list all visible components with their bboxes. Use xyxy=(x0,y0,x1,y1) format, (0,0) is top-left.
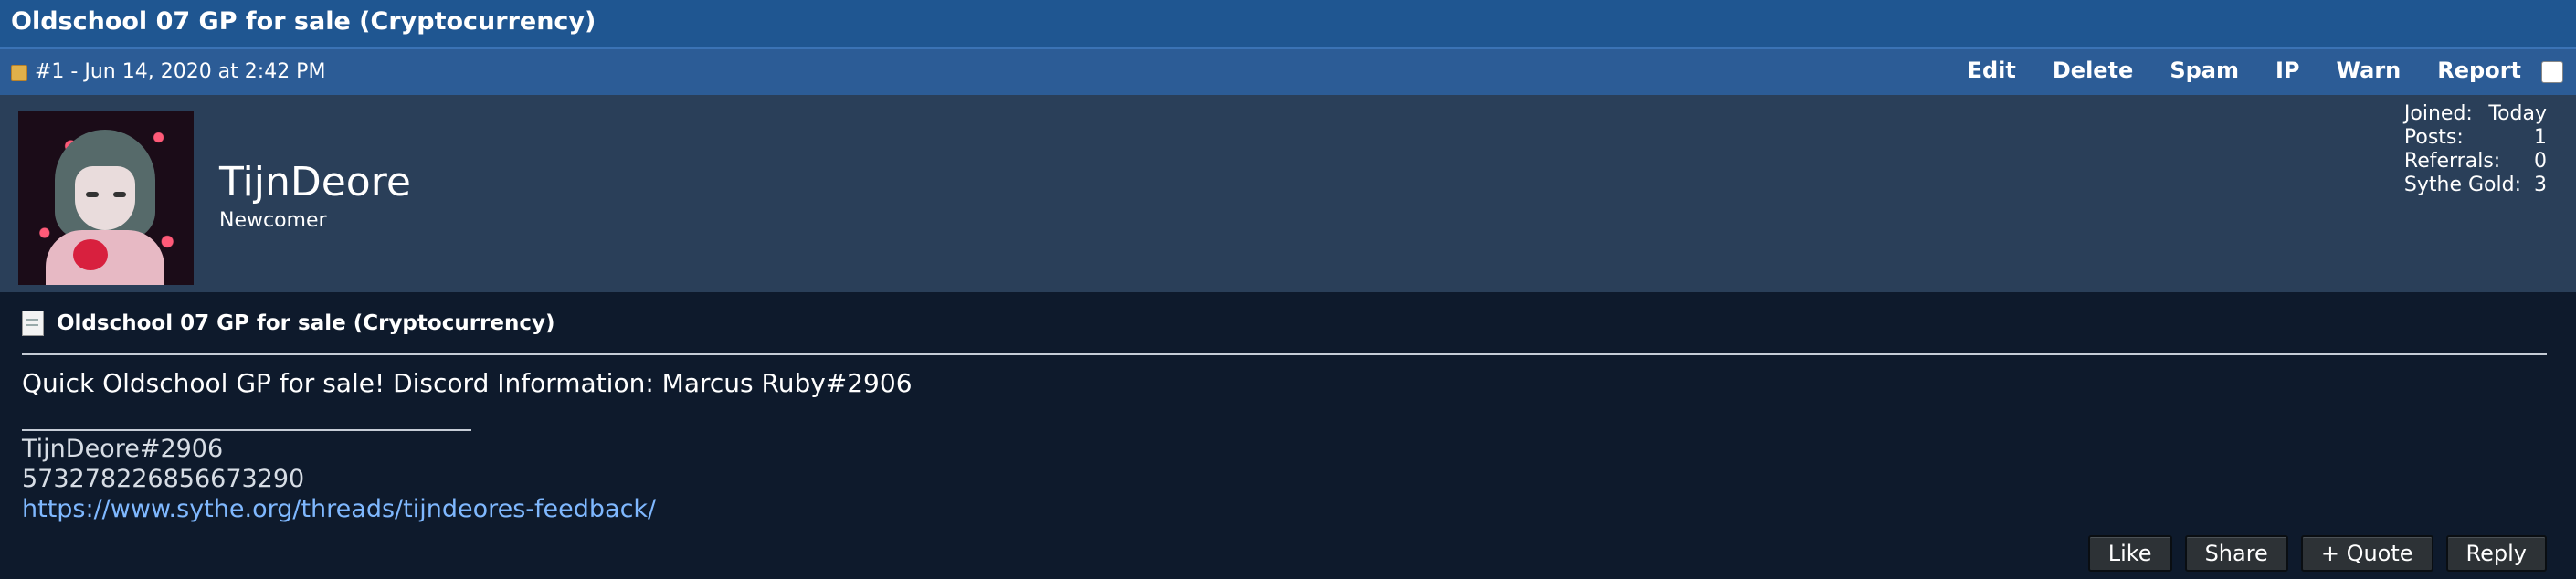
signature-divider xyxy=(22,429,471,431)
thread-title-bar: Oldschool 07 GP for sale (Cryptocurrency… xyxy=(0,0,2576,49)
warn-link[interactable]: Warn xyxy=(2337,58,2402,83)
user-stats: Joined: Today Posts: 1 Referrals: 0 Syth… xyxy=(2404,102,2547,197)
stat-value: 3 xyxy=(2534,174,2547,196)
like-button[interactable]: Like xyxy=(2087,535,2172,572)
stat-sythe-gold: Sythe Gold: 3 xyxy=(2404,174,2547,197)
stat-joined: Joined: Today xyxy=(2404,102,2547,126)
stat-value: Today xyxy=(2488,102,2547,125)
reply-button[interactable]: Reply xyxy=(2445,535,2547,572)
stat-label: Posts: xyxy=(2403,126,2464,149)
stat-label: Joined: xyxy=(2403,102,2473,125)
avatar-eye-left xyxy=(86,192,99,197)
signature-line-2: 573278226856673290 xyxy=(22,465,305,493)
avatar-face xyxy=(75,166,135,230)
signature-feedback-link[interactable]: https://www.sythe.org/threads/tijndeores… xyxy=(22,495,656,523)
moderation-actions: Edit Delete Spam IP Warn Report xyxy=(1968,58,2521,83)
stat-label: Sythe Gold: xyxy=(2403,174,2521,196)
signature-line-1: TijnDeore#2906 xyxy=(22,435,224,463)
stat-label: Referrals: xyxy=(2403,150,2501,173)
avatar[interactable] xyxy=(18,111,194,285)
ip-link[interactable]: IP xyxy=(2275,58,2300,83)
post-body: Oldschool 07 GP for sale (Cryptocurrency… xyxy=(0,292,2576,579)
stat-value: 1 xyxy=(2534,126,2547,149)
user-title: Newcomer xyxy=(219,209,327,232)
post-permalink[interactable]: #1 - Jun 14, 2020 at 2:42 PM xyxy=(35,60,325,83)
share-button[interactable]: Share xyxy=(2184,535,2288,572)
avatar-heart xyxy=(73,239,108,270)
user-info-panel: TijnDeore Newcomer Joined: Today Posts: … xyxy=(0,95,2576,292)
username[interactable]: TijnDeore xyxy=(219,159,411,205)
post-meta-bar: #1 - Jun 14, 2020 at 2:42 PM Edit Delete… xyxy=(0,49,2576,95)
spam-link[interactable]: Spam xyxy=(2170,58,2239,83)
edit-link[interactable]: Edit xyxy=(1968,58,2016,83)
post-action-buttons: Like Share + Quote Reply xyxy=(2087,535,2547,572)
stat-posts: Posts: 1 xyxy=(2404,126,2547,150)
post-title: Oldschool 07 GP for sale (Cryptocurrency… xyxy=(57,311,555,335)
report-link[interactable]: Report xyxy=(2437,58,2521,83)
post-divider xyxy=(22,353,2547,355)
delete-link[interactable]: Delete xyxy=(2053,58,2133,83)
stat-referrals: Referrals: 0 xyxy=(2404,150,2547,174)
quote-button[interactable]: + Quote xyxy=(2300,535,2433,572)
post-status-icon xyxy=(11,65,27,81)
avatar-eye-right xyxy=(113,192,126,197)
document-icon xyxy=(22,311,44,336)
select-post-checkbox[interactable] xyxy=(2541,61,2563,83)
thread-title: Oldschool 07 GP for sale (Cryptocurrency… xyxy=(11,7,596,36)
stat-value: 0 xyxy=(2534,150,2547,173)
post-message: Quick Oldschool GP for sale! Discord Inf… xyxy=(22,368,913,398)
